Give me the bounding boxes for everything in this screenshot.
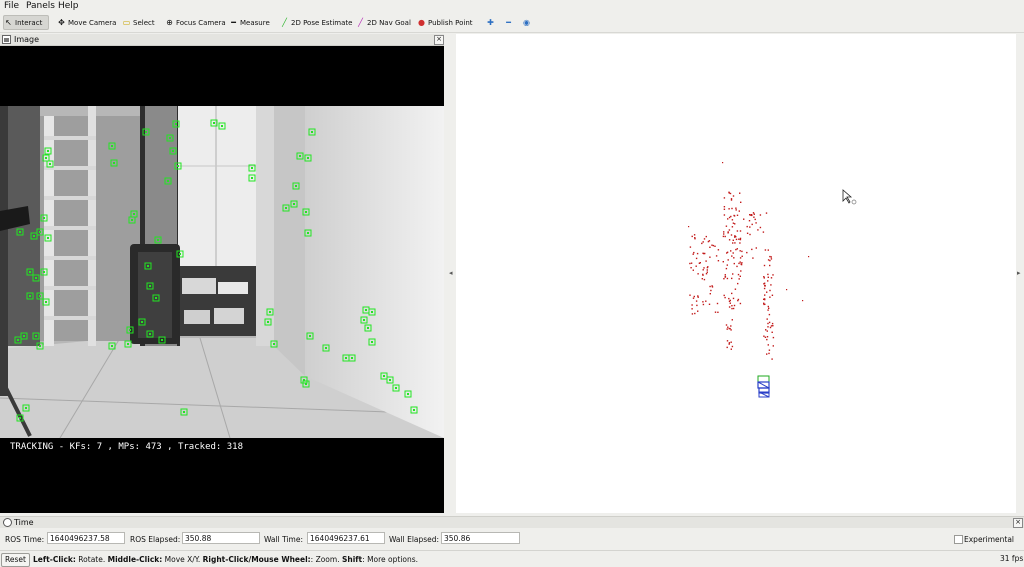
ros-elapsed-label: ROS Elapsed: (130, 535, 181, 544)
move-camera-tool-button[interactable]: ✥ Move Camera (57, 16, 116, 29)
ros-time-field[interactable]: 1640496237.58 (47, 532, 125, 544)
eye-icon: ◉ (523, 18, 530, 27)
reset-button[interactable]: Reset (1, 553, 30, 567)
time-panel-header: Time × (0, 516, 1024, 528)
nav-goal-tool-button[interactable]: ╱ 2D Nav Goal (356, 16, 411, 29)
tool-properties-button[interactable]: ◉ (522, 16, 533, 29)
pose-estimate-tool-button[interactable]: ╱ 2D Pose Estimate (280, 16, 352, 29)
minus-icon: ━ (506, 18, 511, 27)
status-bar: Reset Left-Click: Rotate. Middle-Click: … (0, 550, 1024, 567)
3d-viewport[interactable] (456, 34, 1016, 513)
camera-image-view[interactable]: TRACKING - KFs: 7 , MPs: 473 , Tracked: … (0, 46, 444, 513)
nav-goal-arrow-icon: ╱ (358, 18, 363, 27)
status-hint: Left-Click: Rotate. Middle-Click: Move X… (33, 555, 419, 564)
fps-counter: 31 fps (1000, 554, 1024, 563)
focus-camera-icon: ⊕ (166, 18, 173, 27)
splitter-left-arrow-icon: ◂ (449, 269, 453, 277)
time-panel-close-button[interactable]: × (1013, 518, 1023, 528)
time-panel: ROS Time: 1640496237.58 ROS Elapsed: 350… (0, 530, 1024, 548)
menu-panels[interactable]: Panels (26, 1, 55, 11)
wall-time-label: Wall Time: (264, 535, 303, 544)
map-pin-icon: ● (418, 18, 425, 27)
wall-time-field[interactable]: 1640496237.61 (307, 532, 385, 544)
toolbar: ↖ Interact ✥ Move Camera ▭ Select ⊕ Focus Ca… (0, 13, 1024, 33)
experimental-label: Experimental (964, 535, 1015, 544)
experimental-checkbox[interactable] (954, 535, 963, 544)
tracking-status-text: TRACKING - KFs: 7 , MPs: 473 , Tracked: … (10, 442, 243, 452)
menu-file[interactable]: File (4, 1, 19, 11)
select-icon: ▭ (122, 18, 131, 27)
interact-tool-button[interactable]: ↖ Interact (3, 15, 49, 30)
image-panel-close-button[interactable]: × (434, 35, 444, 45)
ros-time-label: ROS Time: (5, 535, 45, 544)
ros-elapsed-field[interactable]: 350.88 (182, 532, 260, 544)
image-panel-icon (2, 35, 11, 44)
focus-camera-tool-button[interactable]: ⊕ Focus Camera (165, 16, 226, 29)
wall-elapsed-label: Wall Elapsed: (389, 535, 440, 544)
add-tool-button[interactable]: ✚ (486, 16, 497, 29)
image-panel-title: Image (14, 35, 40, 44)
panel-splitter[interactable]: ◂ (444, 34, 456, 514)
camera-frame: TRACKING - KFs: 7 , MPs: 473 , Tracked: … (0, 46, 444, 513)
3d-scene (688, 162, 857, 398)
dock-right-arrow-icon: ▸ (1017, 269, 1021, 277)
image-panel-header: Image × (0, 34, 444, 46)
menu-help[interactable]: Help (58, 1, 79, 11)
plus-icon: ✚ (487, 18, 494, 27)
time-panel-title: Time (14, 518, 34, 527)
clock-icon (3, 518, 12, 527)
publish-point-tool-button[interactable]: ● Publish Point (417, 16, 473, 29)
right-dock-edge[interactable]: ▸ (1016, 34, 1024, 514)
measure-icon: ━ (231, 18, 236, 27)
camera-keyframe-marker (757, 375, 770, 398)
camera-scene (0, 106, 444, 439)
map-points (688, 162, 810, 360)
select-tool-button[interactable]: ▭ Select (122, 16, 155, 29)
interact-icon: ↖ (5, 18, 12, 27)
pose-estimate-arrow-icon: ╱ (282, 18, 287, 27)
move-camera-icon: ✥ (58, 18, 65, 27)
remove-tool-button[interactable]: ━ (504, 16, 515, 29)
wall-elapsed-field[interactable]: 350.86 (441, 532, 520, 544)
measure-tool-button[interactable]: ━ Measure (229, 16, 270, 29)
menu-bar: File Panels Help (0, 0, 1024, 12)
mouse-cursor-icon (842, 189, 857, 205)
